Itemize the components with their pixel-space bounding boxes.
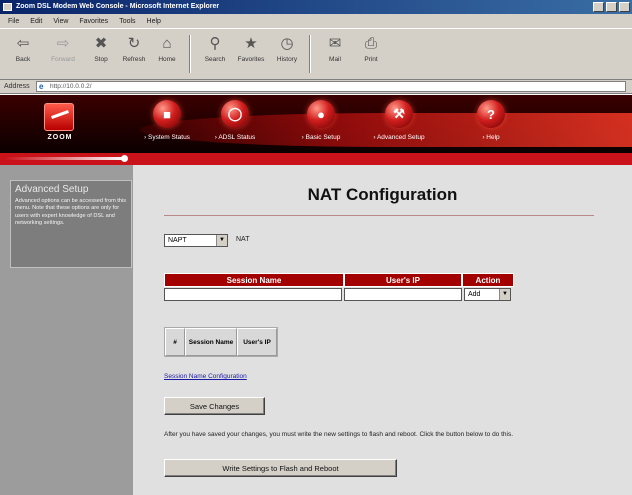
home-button[interactable]: ⌂ Home	[150, 32, 184, 76]
menu-bar: File Edit View Favorites Tools Help	[0, 14, 632, 28]
window-title-bar: Zoom DSL Modem Web Console - Microsoft I…	[0, 0, 632, 14]
history-icon: ◷	[280, 35, 294, 52]
page-header: ZOOM ■ › System Status ◯ › ADSL Status ●…	[0, 95, 632, 153]
history-button[interactable]: ◷ History	[270, 32, 304, 76]
system-status-icon: ■	[153, 100, 181, 128]
sidebar-heading: Advanced Setup	[15, 184, 89, 195]
back-button[interactable]: ⇦ Back	[6, 32, 40, 76]
search-icon: ⚲	[209, 35, 221, 52]
sidebar-info-box: Advanced Setup Advanced options can be a…	[10, 180, 132, 268]
menu-favorites[interactable]: Favorites	[79, 18, 108, 25]
favorites-button[interactable]: ★ Favorites	[234, 32, 268, 76]
action-value: Add	[468, 291, 481, 298]
header-red-strip	[0, 153, 632, 165]
address-bar: Address e http://10.0.0.2/	[0, 80, 632, 94]
nav-adsl-status[interactable]: ◯ › ADSL Status	[200, 100, 270, 150]
session-name-header: Session Name	[164, 273, 344, 287]
chevron-down-icon: ▼	[499, 289, 510, 300]
zoom-logo-mark	[44, 103, 74, 131]
users-ip-header: User's IP	[344, 273, 462, 287]
main-content: NAT Configuration NAPT ▼ NAT Session Nam…	[133, 165, 632, 495]
favorites-icon: ★	[244, 35, 258, 52]
nav-help[interactable]: ? › Help	[456, 100, 526, 150]
menu-view[interactable]: View	[53, 18, 68, 25]
menu-tools[interactable]: Tools	[119, 18, 135, 25]
window-title: Zoom DSL Modem Web Console - Microsoft I…	[16, 3, 220, 10]
left-sidebar: Advanced Setup Advanced options can be a…	[0, 165, 133, 495]
address-url: http://10.0.0.2/	[50, 83, 92, 90]
reboot-note: After you have saved your changes, you m…	[164, 431, 514, 438]
action-header: Action	[462, 273, 514, 287]
toolbar-separator	[189, 35, 191, 73]
menu-edit[interactable]: Edit	[30, 18, 42, 25]
nav-basic-setup[interactable]: ● › Basic Setup	[286, 100, 356, 150]
nav-system-status[interactable]: ■ › System Status	[132, 100, 202, 150]
sidebar-description: Advanced options can be accessed from th…	[15, 198, 127, 226]
address-input[interactable]: e http://10.0.0.2/	[36, 81, 626, 92]
browser-toolbar: ⇦ Back ⇨ Forward ✖ Stop ↻ Refresh ⌂ Home…	[0, 28, 632, 80]
refresh-icon: ↻	[127, 35, 141, 52]
mail-button[interactable]: ✉ Mail	[318, 32, 352, 76]
forward-button[interactable]: ⇨ Forward	[46, 32, 80, 76]
ie-page-icon: e	[39, 81, 44, 91]
menu-help[interactable]: Help	[147, 18, 161, 25]
session-name-config-link[interactable]: Session Name Configuration	[164, 373, 247, 380]
session-name-input[interactable]	[164, 288, 342, 301]
basic-setup-icon: ●	[307, 100, 335, 128]
write-flash-reboot-button[interactable]: Write Settings to Flash and Reboot	[164, 459, 397, 477]
help-icon: ?	[477, 100, 505, 128]
index-header: #	[165, 328, 185, 356]
title-divider	[164, 215, 594, 216]
print-icon: ⎙	[364, 34, 377, 52]
home-icon: ⌂	[162, 34, 172, 52]
strip-gradient	[4, 157, 126, 160]
session-entry-table: Session Name User's IP Action Add ▼	[164, 273, 514, 302]
session-list-table: # Session Name User's IP	[164, 327, 278, 357]
page-title: NAT Configuration	[307, 185, 458, 204]
wrench-icon: ⚒	[385, 100, 413, 128]
nat-label: NAT	[236, 236, 250, 243]
list-session-name-header: Session Name	[185, 328, 237, 356]
address-label: Address	[4, 83, 30, 90]
zoom-logo: ZOOM	[28, 101, 92, 147]
chevron-down-icon: ▼	[216, 235, 227, 246]
action-select[interactable]: Add ▼	[464, 288, 511, 301]
mail-icon: ✉	[328, 35, 342, 52]
back-arrow-icon: ⇦	[16, 35, 30, 52]
close-button[interactable]	[619, 2, 630, 12]
search-button[interactable]: ⚲ Search	[198, 32, 232, 76]
toolbar-separator	[309, 35, 311, 73]
stop-icon: ✖	[94, 35, 108, 52]
users-ip-input[interactable]	[344, 288, 462, 301]
adsl-status-icon: ◯	[221, 100, 249, 128]
nat-mode-select[interactable]: NAPT ▼	[164, 234, 228, 247]
nat-mode-value: NAPT	[168, 237, 187, 244]
nav-advanced-setup[interactable]: ⚒ › Advanced Setup	[364, 100, 434, 150]
strip-dot	[121, 155, 128, 162]
list-users-ip-header: User's IP	[237, 328, 277, 356]
maximize-button[interactable]	[606, 2, 617, 12]
save-changes-button[interactable]: Save Changes	[164, 397, 265, 415]
forward-arrow-icon: ⇨	[56, 35, 70, 52]
ie-window-icon	[3, 3, 12, 11]
print-button[interactable]: ⎙ Print	[354, 32, 388, 76]
zoom-logo-text: ZOOM	[47, 134, 73, 141]
menu-file[interactable]: File	[8, 18, 19, 25]
stop-button[interactable]: ✖ Stop	[84, 32, 118, 76]
refresh-button[interactable]: ↻ Refresh	[117, 32, 151, 76]
minimize-button[interactable]	[593, 2, 604, 12]
